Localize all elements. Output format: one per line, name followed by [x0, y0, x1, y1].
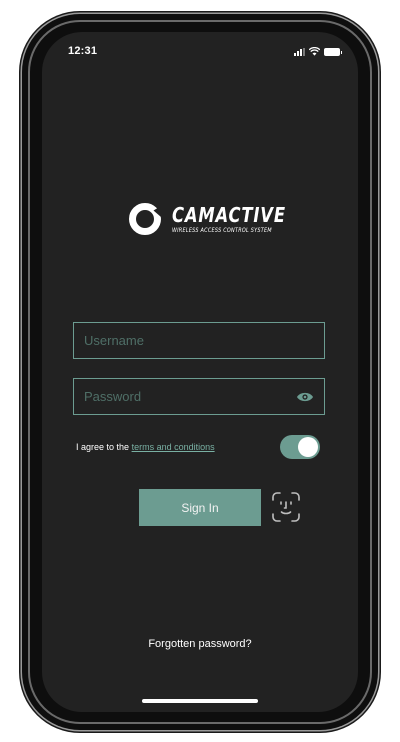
brand-text: CAMACTIVE WIRELESS ACCESS CONTROL SYSTEM — [172, 205, 311, 234]
battery-icon — [324, 48, 342, 56]
status-time: 12:31 — [68, 45, 98, 57]
face-id-icon[interactable] — [271, 491, 301, 523]
toggle-knob — [298, 437, 318, 457]
camactive-logo-icon — [129, 203, 161, 235]
brand-logo: CAMACTIVE WIRELESS ACCESS CONTROL SYSTEM — [128, 202, 311, 236]
password-input[interactable] — [84, 389, 296, 404]
terms-agreement-row: I agree to the terms and conditions — [76, 434, 320, 460]
brand-name: CAMACTIVE — [172, 202, 286, 227]
wifi-icon — [309, 47, 320, 56]
login-screen: 12:31 CAMACTIVE WIRELESS ACCESS CONTROL … — [42, 32, 358, 712]
username-input[interactable] — [84, 333, 314, 348]
eye-icon[interactable] — [296, 391, 314, 403]
cellular-signal-icon — [294, 48, 305, 56]
agree-prefix: I agree to the — [76, 442, 130, 452]
terms-agreement-text: I agree to the terms and conditions — [76, 442, 215, 452]
forgot-password-link[interactable]: Forgotten password? — [42, 638, 358, 650]
sign-in-button[interactable]: Sign In — [139, 489, 261, 526]
password-field[interactable] — [73, 378, 325, 415]
terms-link[interactable]: terms and conditions — [132, 442, 215, 452]
username-field[interactable] — [73, 322, 325, 359]
brand-tagline: WIRELESS ACCESS CONTROL SYSTEM — [172, 226, 272, 234]
status-icons — [294, 46, 342, 56]
home-indicator[interactable] — [142, 699, 258, 703]
agree-toggle[interactable] — [280, 435, 320, 459]
